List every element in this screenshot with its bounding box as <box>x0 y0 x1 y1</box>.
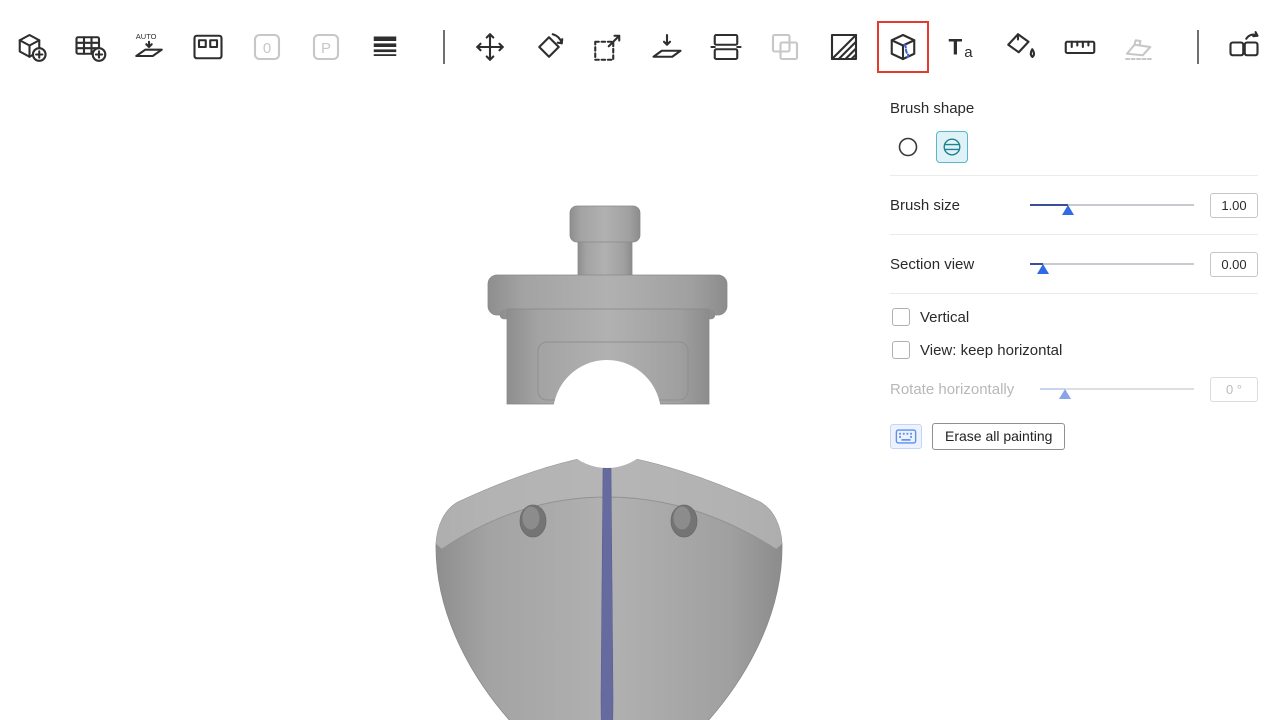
benchy-model[interactable] <box>408 196 812 720</box>
vertical-checkbox[interactable] <box>892 308 910 326</box>
cabin-window-hole <box>553 360 661 468</box>
panel-buttons-row: Erase all painting <box>890 422 1258 450</box>
rotate-horizontally-slider <box>1040 380 1194 398</box>
slider-thumb[interactable] <box>1037 264 1049 274</box>
slider-thumb <box>1059 389 1071 399</box>
brush-shape-sphere-option[interactable] <box>936 131 968 163</box>
section-view-row: Section view 0.00 <box>890 247 1258 281</box>
panel-separator <box>890 234 1258 235</box>
toolbar-separator <box>443 30 445 64</box>
brush-shape-label: Brush shape <box>890 100 1258 118</box>
color-painting-button[interactable] <box>998 24 1044 70</box>
slicer-window: AUTO 0 P Ta <box>0 0 1280 720</box>
slider-thumb[interactable] <box>1062 205 1074 215</box>
split-to-objects-button: 0 <box>244 24 290 70</box>
brush-size-value[interactable]: 1.00 <box>1210 193 1258 218</box>
benchy-model-render <box>408 196 812 720</box>
section-view-value[interactable]: 0.00 <box>1210 252 1258 277</box>
add-plate-button[interactable] <box>67 24 113 70</box>
keep-horizontal-row: View: keep horizontal <box>892 339 1258 361</box>
hawse-hole-right-inner <box>674 507 691 530</box>
circle-brush-icon <box>896 135 920 159</box>
svg-text:a: a <box>964 44 973 61</box>
keep-horizontal-label: View: keep horizontal <box>920 342 1062 359</box>
slider-track[interactable] <box>1030 263 1194 265</box>
stamp-button <box>1116 24 1162 70</box>
assembly-view-button[interactable] <box>1221 24 1267 70</box>
erase-all-painting-button[interactable]: Erase all painting <box>932 423 1065 450</box>
auto-orient-button[interactable]: AUTO <box>126 24 172 70</box>
panel-separator <box>890 293 1258 294</box>
seam-painting-button[interactable] <box>880 24 926 70</box>
keep-horizontal-checkbox[interactable] <box>892 341 910 359</box>
text-button[interactable]: Ta <box>939 24 985 70</box>
place-on-face-button[interactable] <box>644 24 690 70</box>
chimney-cap <box>570 206 640 242</box>
sphere-brush-icon <box>941 136 963 158</box>
svg-text:AUTO: AUTO <box>136 32 157 41</box>
vertical-label: Vertical <box>920 309 969 326</box>
seam-stripe <box>601 468 613 720</box>
rotate-horizontally-row: Rotate horizontally 0 ° <box>890 372 1258 406</box>
split-to-parts-button: P <box>303 24 349 70</box>
scale-button[interactable] <box>585 24 631 70</box>
mesh-boolean-button <box>762 24 808 70</box>
keyboard-icon <box>895 428 917 445</box>
rotate-horizontally-label: Rotate horizontally <box>890 381 1040 398</box>
svg-text:T: T <box>949 35 963 60</box>
brush-shape-options <box>892 131 1258 163</box>
svg-text:P: P <box>321 40 331 57</box>
section-view-label: Section view <box>890 256 1030 273</box>
brush-shape-circle-option[interactable] <box>892 131 924 163</box>
rotate-horizontally-value: 0 ° <box>1210 377 1258 402</box>
vertical-row: Vertical <box>892 306 1258 328</box>
support-painting-button[interactable] <box>821 24 867 70</box>
seam-painting-panel: Brush shape Brush size 1.00 <box>876 86 1272 466</box>
toolbar: AUTO 0 P Ta <box>8 22 1280 72</box>
section-view-slider[interactable] <box>1030 255 1194 273</box>
move-button[interactable] <box>467 24 513 70</box>
arrange-button[interactable] <box>185 24 231 70</box>
hawse-hole-left-inner <box>523 507 540 530</box>
panel-separator <box>890 175 1258 176</box>
toolbar-separator <box>1197 30 1199 64</box>
brush-size-row: Brush size 1.00 <box>890 188 1258 222</box>
rotate-button[interactable] <box>526 24 572 70</box>
variable-layer-height-button[interactable] <box>362 24 408 70</box>
keyboard-shortcuts-button[interactable] <box>890 424 922 449</box>
measure-button[interactable] <box>1057 24 1103 70</box>
brush-size-slider[interactable] <box>1030 196 1194 214</box>
brush-size-label: Brush size <box>890 197 1030 214</box>
cut-button[interactable] <box>703 24 749 70</box>
add-object-button[interactable] <box>8 24 54 70</box>
svg-text:0: 0 <box>263 40 271 57</box>
